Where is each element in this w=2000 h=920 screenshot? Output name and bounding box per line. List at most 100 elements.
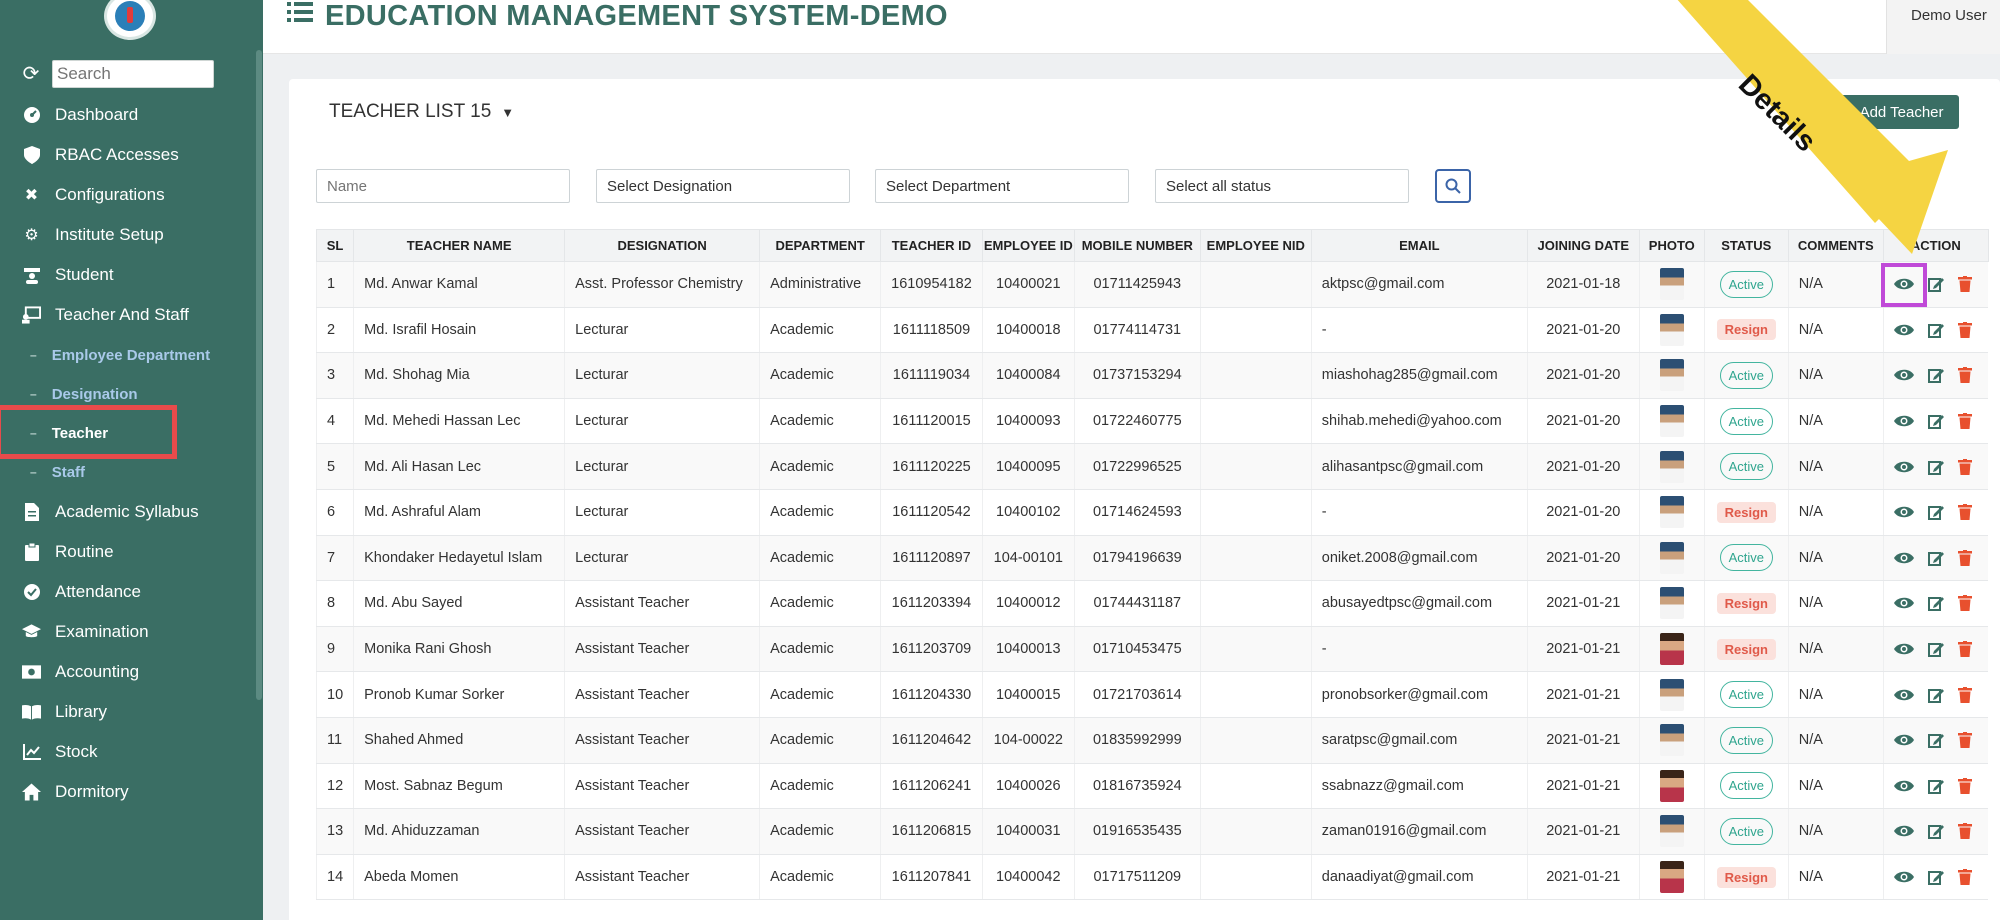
delete-icon[interactable]	[1957, 276, 1972, 293]
delete-icon[interactable]	[1957, 777, 1972, 794]
col-employee-nid[interactable]: EMPLOYEE NID	[1199, 229, 1312, 262]
view-icon[interactable]	[1893, 779, 1914, 793]
menu-list-icon[interactable]	[287, 2, 313, 22]
sidebar-item-accounting[interactable]: Accounting	[22, 659, 139, 685]
sidebar-item-student[interactable]: Student	[22, 262, 114, 288]
col-sl[interactable]: SL	[315, 229, 355, 262]
edit-icon[interactable]	[1927, 459, 1944, 475]
institute-logo[interactable]	[104, 0, 156, 40]
sidebar-item-dashboard[interactable]: Dashboard	[22, 102, 138, 128]
teacher-photo[interactable]	[1659, 861, 1684, 894]
edit-icon[interactable]	[1927, 732, 1944, 749]
col-status[interactable]: STATUS	[1703, 229, 1789, 262]
teacher-photo[interactable]	[1659, 268, 1684, 301]
view-icon[interactable]	[1893, 323, 1914, 337]
delete-icon[interactable]	[1957, 321, 1972, 338]
designation-select[interactable]: Select Designation	[596, 169, 850, 203]
sidebar-subitem-employee-department[interactable]: – Employee Department	[30, 344, 210, 366]
col-teacher-id[interactable]: TEACHER ID	[880, 229, 983, 262]
sidebar-item-routine[interactable]: Routine	[22, 539, 114, 565]
sidebar-item-attendance[interactable]: Attendance	[22, 579, 141, 605]
edit-icon[interactable]	[1927, 823, 1944, 840]
sidebar-item-rbac[interactable]: RBAC Accesses	[22, 142, 179, 168]
delete-icon[interactable]	[1957, 595, 1972, 612]
delete-icon[interactable]	[1957, 413, 1972, 430]
col-teacher-name[interactable]: TEACHER NAME	[353, 229, 566, 262]
edit-icon[interactable]	[1927, 550, 1944, 566]
teacher-photo[interactable]	[1659, 405, 1684, 438]
sidebar-subitem-staff[interactable]: – Staff	[30, 461, 85, 483]
name-filter-input[interactable]	[316, 169, 570, 203]
sidebar-item-institute-setup[interactable]: ⚙ Institute Setup	[22, 222, 163, 248]
delete-icon[interactable]	[1957, 367, 1972, 384]
edit-icon[interactable]	[1927, 687, 1944, 703]
sidebar-scrollbar[interactable]	[256, 50, 262, 700]
sidebar-item-academic-syllabus[interactable]: Academic Syllabus	[22, 499, 199, 525]
sidebar-item-examination[interactable]: Examination	[22, 619, 149, 645]
view-icon[interactable]	[1893, 688, 1914, 702]
view-icon[interactable]	[1893, 414, 1914, 428]
view-icon[interactable]	[1893, 460, 1914, 474]
sidebar-item-stock[interactable]: Stock	[22, 739, 98, 765]
view-icon[interactable]	[1893, 596, 1914, 610]
edit-icon[interactable]	[1927, 276, 1944, 293]
teacher-photo[interactable]	[1659, 587, 1684, 620]
edit-icon[interactable]	[1927, 367, 1944, 384]
col-comments[interactable]: COMMENTS	[1787, 229, 1884, 262]
teacher-photo[interactable]	[1659, 678, 1684, 711]
sidebar-search-input[interactable]	[52, 60, 214, 88]
sidebar-item-teacher-and-staff[interactable]: Teacher And Staff	[22, 302, 189, 328]
teacher-photo[interactable]	[1659, 769, 1684, 802]
col-email[interactable]: EMAIL	[1310, 229, 1528, 262]
delete-icon[interactable]	[1957, 549, 1972, 566]
view-icon[interactable]	[1893, 505, 1914, 519]
teacher-photo[interactable]	[1659, 541, 1684, 574]
view-icon[interactable]	[1893, 870, 1914, 884]
delete-icon[interactable]	[1957, 458, 1972, 475]
edit-icon[interactable]	[1927, 778, 1944, 794]
department-select[interactable]: Select Department	[875, 169, 1129, 203]
delete-icon[interactable]	[1957, 732, 1972, 749]
edit-icon[interactable]	[1927, 413, 1944, 430]
col-department[interactable]: DEPARTMENT	[759, 229, 882, 262]
teacher-photo[interactable]	[1659, 450, 1684, 483]
status-select[interactable]: Select all status	[1155, 169, 1409, 203]
col-mobile-number[interactable]: MOBILE NUMBER	[1073, 229, 1201, 262]
delete-icon[interactable]	[1957, 823, 1972, 840]
filter-search-button[interactable]	[1435, 169, 1471, 203]
edit-icon[interactable]	[1927, 595, 1944, 612]
delete-icon[interactable]	[1957, 641, 1972, 658]
teacher-photo[interactable]	[1659, 633, 1684, 666]
teacher-photo[interactable]	[1659, 724, 1684, 757]
view-icon[interactable]	[1893, 642, 1914, 656]
delete-icon[interactable]	[1957, 686, 1972, 703]
edit-icon[interactable]	[1927, 504, 1944, 521]
edit-icon[interactable]	[1927, 641, 1944, 658]
edit-icon[interactable]	[1927, 322, 1944, 338]
cell-teacher-name: Abeda Momen	[353, 854, 565, 901]
sidebar-item-configurations[interactable]: ✖ Configurations	[22, 182, 165, 208]
teacher-photo[interactable]	[1659, 815, 1684, 848]
sidebar-subitem-designation[interactable]: – Designation	[30, 383, 138, 405]
delete-icon[interactable]	[1957, 504, 1972, 521]
delete-icon[interactable]	[1957, 869, 1972, 886]
view-icon[interactable]	[1893, 368, 1914, 382]
view-icon[interactable]	[1893, 824, 1914, 838]
col-joining-date[interactable]: JOINING DATE	[1526, 229, 1640, 262]
teacher-photo[interactable]	[1659, 313, 1684, 346]
teacher-photo[interactable]	[1659, 359, 1684, 392]
col-designation[interactable]: DESIGNATION	[564, 229, 761, 262]
add-teacher-button[interactable]: + Add Teacher	[1832, 95, 1959, 129]
col-employee-id[interactable]: EMPLOYEE ID	[981, 229, 1075, 262]
col-action[interactable]: ACTION	[1882, 229, 1989, 262]
refresh-icon[interactable]: ⟳	[20, 63, 42, 85]
teacher-list-dropdown[interactable]: TEACHER LIST 15 ▼	[329, 101, 514, 123]
teacher-photo[interactable]	[1659, 496, 1684, 529]
user-menu[interactable]: Demo User	[1886, 0, 2000, 54]
view-icon[interactable]	[1893, 551, 1914, 565]
edit-icon[interactable]	[1927, 869, 1944, 886]
sidebar-item-dormitory[interactable]: Dormitory	[22, 779, 129, 805]
view-icon[interactable]	[1893, 733, 1914, 747]
col-photo[interactable]: PHOTO	[1638, 229, 1705, 262]
sidebar-item-library[interactable]: Library	[22, 699, 107, 725]
